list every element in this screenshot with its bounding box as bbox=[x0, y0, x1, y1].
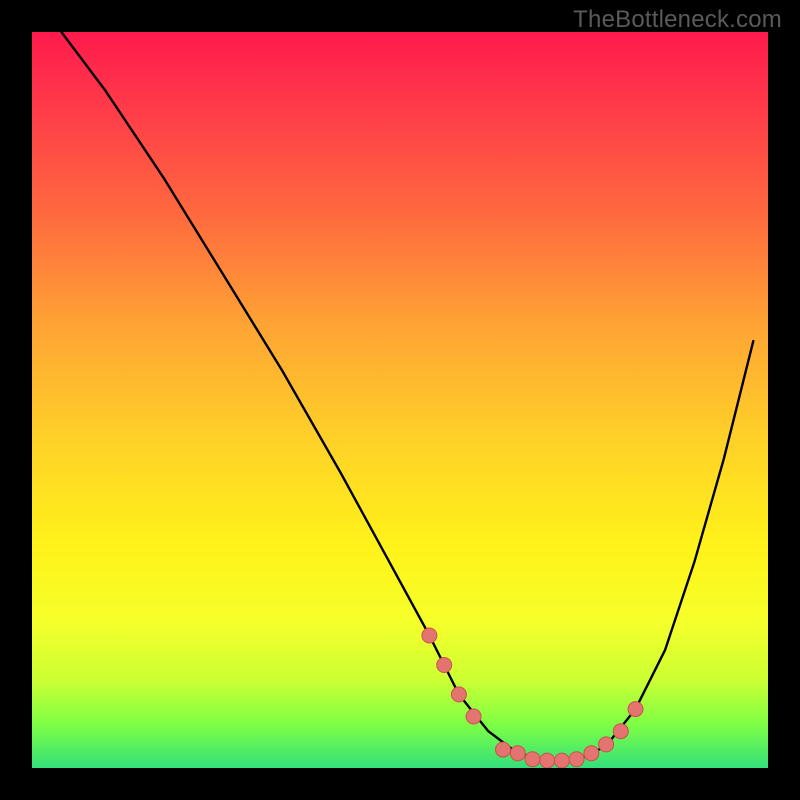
highlight-point bbox=[628, 702, 643, 717]
chart-frame: TheBottleneck.com bbox=[0, 0, 800, 800]
bottleneck-curve bbox=[61, 32, 753, 761]
highlight-point bbox=[510, 746, 525, 761]
highlight-point bbox=[599, 737, 614, 752]
highlight-point bbox=[437, 658, 452, 673]
watermark-label: TheBottleneck.com bbox=[573, 6, 782, 34]
highlight-point bbox=[584, 746, 599, 761]
highlight-point bbox=[613, 724, 628, 739]
highlight-point bbox=[422, 628, 437, 643]
highlight-point bbox=[496, 742, 511, 757]
highlight-point bbox=[554, 753, 569, 768]
highlight-point bbox=[525, 752, 540, 767]
chart-plot-area bbox=[32, 32, 768, 768]
chart-svg bbox=[32, 32, 768, 768]
highlight-point bbox=[569, 752, 584, 767]
highlight-point bbox=[451, 687, 466, 702]
highlight-point bbox=[540, 753, 555, 768]
highlight-point bbox=[466, 709, 481, 724]
